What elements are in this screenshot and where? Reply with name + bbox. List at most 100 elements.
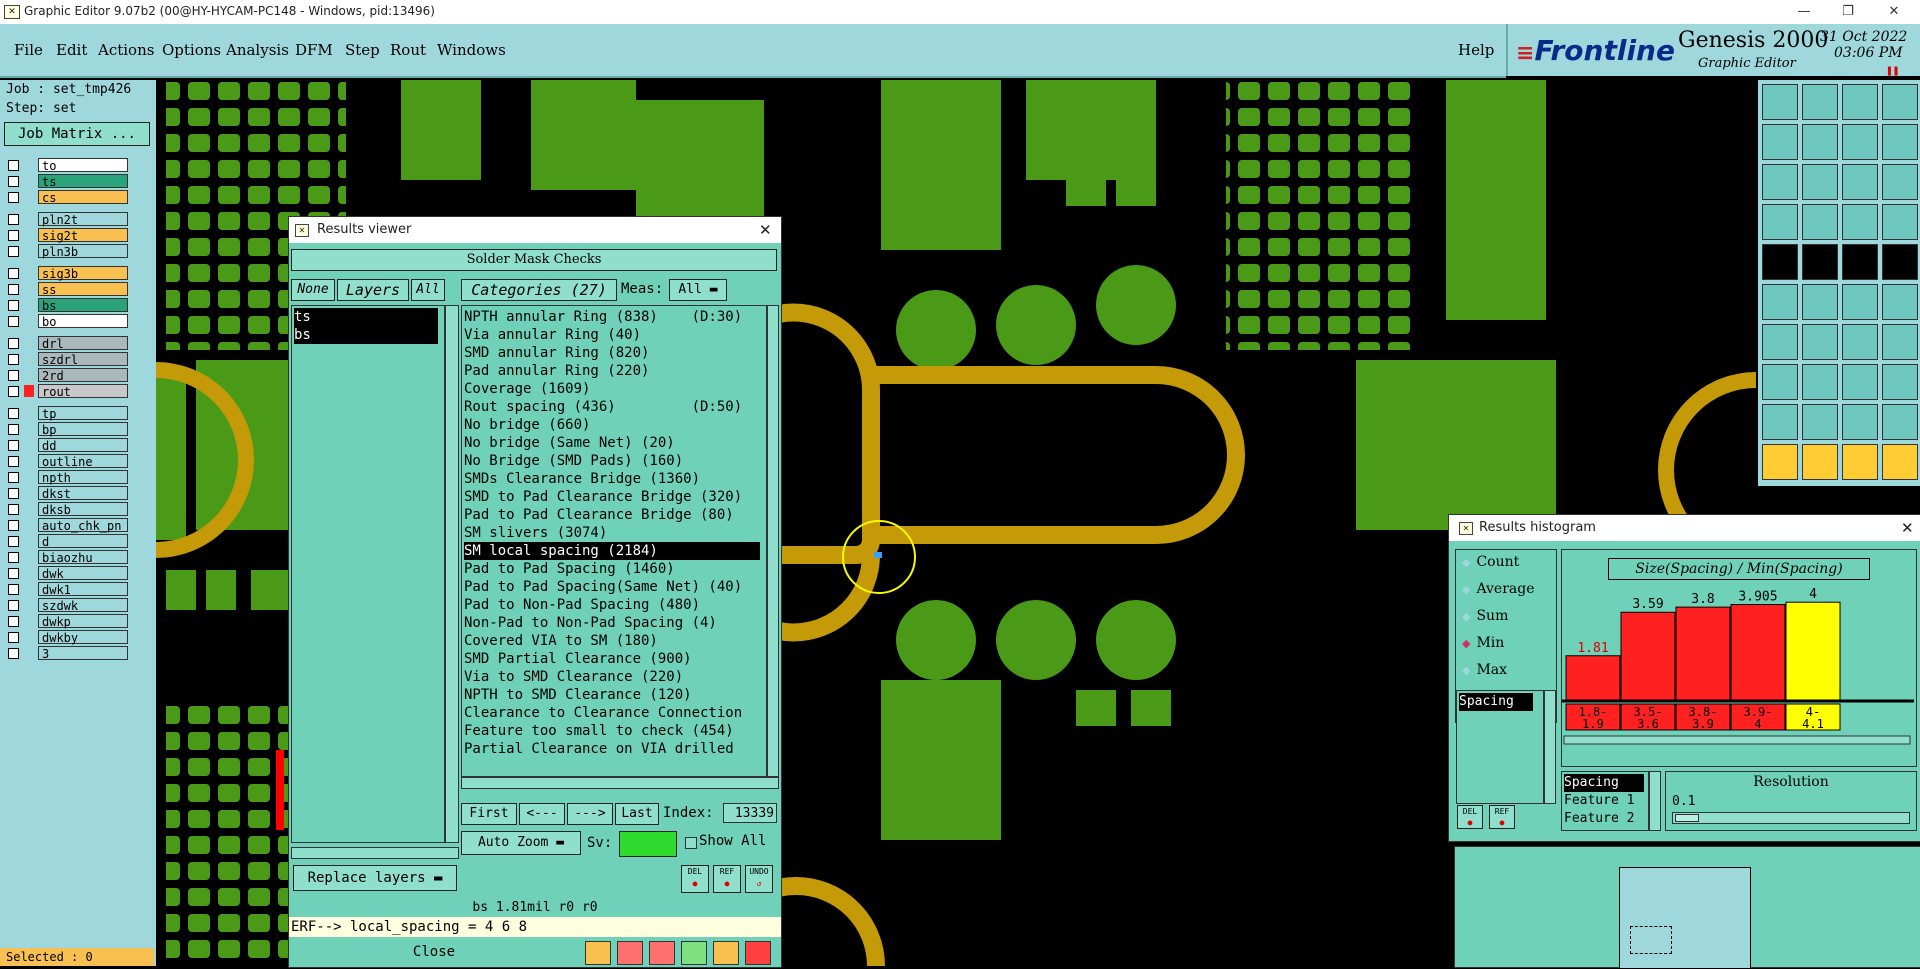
layer-name[interactable]: szdwk bbox=[38, 598, 128, 613]
layout-icon[interactable] bbox=[1882, 84, 1918, 120]
layer-row-dkst[interactable]: dkst bbox=[8, 486, 128, 501]
result-layer-ts[interactable]: ts bbox=[294, 308, 438, 326]
layer-row-rout[interactable]: rout bbox=[8, 384, 128, 399]
layer-checkbox[interactable] bbox=[8, 504, 19, 515]
pause-icon[interactable]: ❚❚ bbox=[1886, 64, 1899, 77]
layer-name[interactable]: szdrl bbox=[38, 352, 128, 367]
layer-checkbox[interactable] bbox=[8, 648, 19, 659]
node2-icon[interactable] bbox=[1882, 284, 1918, 320]
layer-name[interactable]: bs bbox=[38, 298, 128, 313]
auto-zoom-select[interactable]: Auto Zoom ▬ bbox=[461, 831, 581, 855]
aggregate-option-min[interactable]: ◆ Min bbox=[1462, 635, 1552, 655]
layer-row-dwk1[interactable]: dwk1 bbox=[8, 582, 128, 597]
layer-row-drl[interactable]: drl bbox=[8, 336, 128, 351]
layer-row-bo[interactable]: bo bbox=[8, 314, 128, 329]
prev-button[interactable]: <--- bbox=[519, 803, 565, 825]
close-window-button[interactable]: ✕ bbox=[1876, 2, 1912, 22]
split-icon[interactable] bbox=[1882, 124, 1918, 160]
snap-icon[interactable] bbox=[1842, 204, 1878, 240]
layer-row-pln2t[interactable]: pln2t bbox=[8, 212, 128, 227]
category-scrollbar[interactable] bbox=[767, 305, 779, 777]
menu-actions[interactable]: Actions bbox=[98, 41, 154, 59]
layer-row-pln3b[interactable]: pln3b bbox=[8, 244, 128, 259]
tri4-icon[interactable] bbox=[1882, 404, 1918, 440]
layer-checkbox[interactable] bbox=[8, 536, 19, 547]
layer-row-ts[interactable]: ts bbox=[8, 174, 128, 189]
undo-button[interactable]: UNDO ↺ bbox=[745, 865, 773, 893]
category-item[interactable]: Coverage (1609) bbox=[464, 380, 760, 398]
result-layer-bs[interactable]: bs bbox=[294, 326, 438, 344]
layer-checkbox[interactable] bbox=[8, 408, 19, 419]
category-item[interactable]: SMD Partial Clearance (900) bbox=[464, 650, 760, 668]
layer-row-dwkp[interactable]: dwkp bbox=[8, 614, 128, 629]
layer-row-2rd[interactable]: 2rd bbox=[8, 368, 128, 383]
layer-name[interactable]: 2rd bbox=[38, 368, 128, 383]
menu-rout[interactable]: Rout bbox=[390, 41, 426, 59]
layer-checkbox[interactable] bbox=[8, 456, 19, 467]
help-icon[interactable] bbox=[1882, 164, 1918, 200]
layer-row-sig2t[interactable]: sig2t bbox=[8, 228, 128, 243]
zoom-out-icon[interactable] bbox=[1802, 124, 1838, 160]
attr-feature-1[interactable]: Feature 1 bbox=[1564, 792, 1644, 810]
layer-name[interactable]: sig3b bbox=[38, 266, 128, 281]
category-item[interactable]: SMD annular Ring (820) bbox=[464, 344, 760, 362]
layer-checkbox[interactable] bbox=[8, 632, 19, 643]
zoom-icon[interactable] bbox=[585, 941, 611, 965]
layer-row-bs[interactable]: bs bbox=[8, 298, 128, 313]
layer-row-szdwk[interactable]: szdwk bbox=[8, 598, 128, 613]
aggregate-option-count[interactable]: ◆ Count bbox=[1462, 554, 1552, 574]
menu-analysis[interactable]: Analysis bbox=[226, 41, 289, 59]
tri2-icon[interactable] bbox=[1802, 404, 1838, 440]
layer-name[interactable]: bo bbox=[38, 314, 128, 329]
category-item[interactable]: Covered VIA to SM (180) bbox=[464, 632, 760, 650]
maximize-button[interactable]: ❐ bbox=[1830, 2, 1866, 22]
layer-row-cs[interactable]: cs bbox=[8, 190, 128, 205]
category-hscrollbar[interactable] bbox=[461, 777, 779, 789]
close-button[interactable]: Close bbox=[289, 939, 579, 965]
categories-button[interactable]: Categories (27) bbox=[461, 279, 617, 301]
layer-list-hscrollbar[interactable] bbox=[291, 847, 459, 859]
job-matrix-button[interactable]: Job Matrix ... bbox=[4, 122, 150, 146]
circle-icon[interactable] bbox=[1762, 364, 1798, 400]
all-button[interactable]: All bbox=[411, 279, 445, 301]
layer-name[interactable]: cs bbox=[38, 190, 128, 205]
results-viewer-titlebar[interactable]: ✕ Results viewer ✕ bbox=[289, 217, 781, 243]
category-item[interactable]: Pad to Pad Spacing (1460) bbox=[464, 560, 760, 578]
histogram-bar[interactable] bbox=[1785, 601, 1841, 701]
layer-row-szdrl[interactable]: szdrl bbox=[8, 352, 128, 367]
menu-options[interactable]: Options bbox=[162, 41, 221, 59]
layer-checkbox[interactable] bbox=[8, 370, 19, 381]
line-icon[interactable] bbox=[1762, 324, 1798, 360]
layer-checkbox[interactable] bbox=[8, 300, 19, 311]
net-icon[interactable] bbox=[1762, 284, 1798, 320]
attr-feature-2[interactable]: Feature 2 bbox=[1564, 810, 1644, 828]
first-button[interactable]: First bbox=[461, 803, 517, 825]
histogram-bar[interactable] bbox=[1620, 611, 1676, 701]
layer-name[interactable]: pln2t bbox=[38, 212, 128, 227]
menu-windows[interactable]: Windows bbox=[437, 41, 506, 59]
layer-name[interactable]: tp bbox=[38, 406, 128, 421]
hist-ref-button[interactable]: REF ● bbox=[1489, 805, 1515, 829]
attr-spacing[interactable]: Spacing bbox=[1564, 774, 1644, 792]
layer-name[interactable]: dwkp bbox=[38, 614, 128, 629]
layer-row-dwk[interactable]: dwk bbox=[8, 566, 128, 581]
category-item[interactable]: Pad to Pad Spacing(Same Net) (40) bbox=[464, 578, 760, 596]
tri3-icon[interactable] bbox=[1842, 404, 1878, 440]
category-item[interactable]: Clearance to Clearance Connection bbox=[464, 704, 760, 722]
layer-checkbox[interactable] bbox=[8, 440, 19, 451]
layer-row-dksb[interactable]: dksb bbox=[8, 502, 128, 517]
load-icon[interactable] bbox=[1762, 84, 1798, 120]
layer-list-scrollbar[interactable] bbox=[445, 305, 459, 843]
layer-name[interactable]: dkst bbox=[38, 486, 128, 501]
layer-checkbox[interactable] bbox=[8, 520, 19, 531]
category-item[interactable]: No bridge (Same Net) (20) bbox=[464, 434, 760, 452]
field-spacing[interactable]: Spacing bbox=[1459, 693, 1533, 711]
layer-name[interactable]: biaozhu bbox=[38, 550, 128, 565]
del-button[interactable]: DEL ● bbox=[681, 865, 709, 893]
layer-name[interactable]: npth bbox=[38, 470, 128, 485]
select-box-icon[interactable] bbox=[1802, 244, 1838, 280]
category-item[interactable]: Via to SMD Clearance (220) bbox=[464, 668, 760, 686]
layer-name[interactable]: sig2t bbox=[38, 228, 128, 243]
fit-icon[interactable] bbox=[1762, 164, 1798, 200]
mini-view-viewport[interactable] bbox=[1630, 926, 1672, 954]
